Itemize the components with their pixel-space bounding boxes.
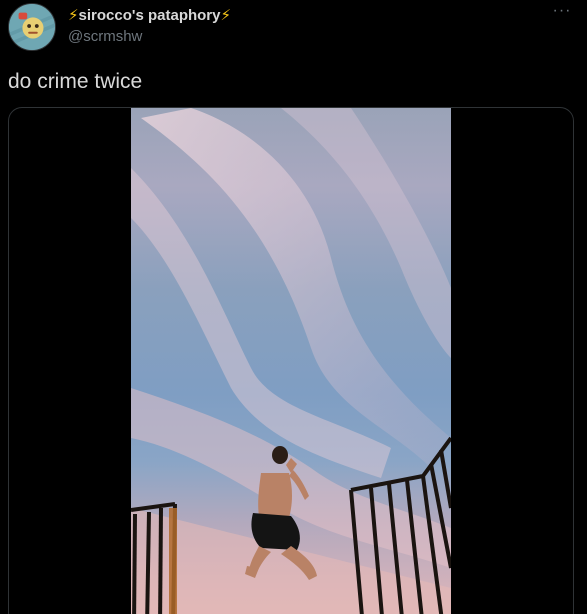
author-block: ⚡ sirocco's pataphory ⚡ @scrmshw (68, 6, 231, 47)
tweet-media[interactable] (8, 107, 574, 614)
video-thumbnail (131, 108, 451, 614)
video-player[interactable] (131, 108, 451, 614)
lightning-bolt-icon: ⚡ (68, 7, 79, 24)
avatar[interactable] (8, 3, 56, 51)
lightning-bolt-icon: ⚡ (220, 7, 232, 24)
author-display-name[interactable]: ⚡ sirocco's pataphory ⚡ (68, 6, 231, 26)
author-name: sirocco's pataphory (78, 7, 221, 24)
avatar-icon (9, 4, 55, 50)
author-handle[interactable]: @scrmshw (68, 27, 231, 47)
more-options-button[interactable]: ··· (551, 3, 573, 24)
tweet-text: do crime twice (8, 70, 143, 93)
